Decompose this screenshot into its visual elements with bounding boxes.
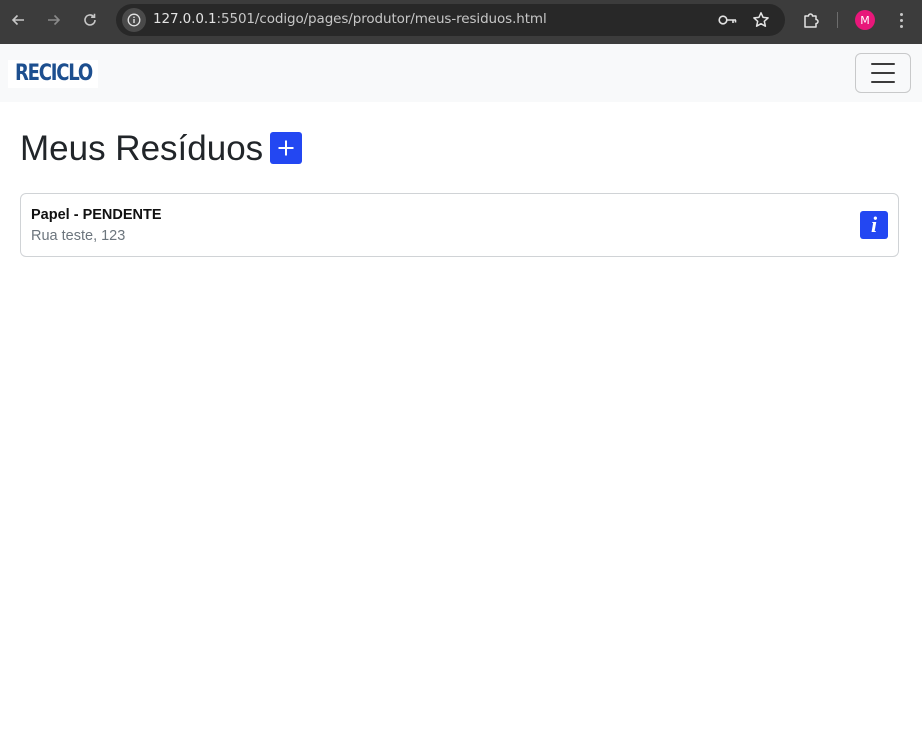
- residuo-card: Papel - PENDENTE Rua teste, 123 i: [20, 193, 899, 257]
- plus-icon: [278, 140, 294, 156]
- key-icon: [718, 15, 737, 25]
- page-header: Meus Resíduos: [20, 126, 303, 170]
- residuo-info-button[interactable]: i: [860, 211, 888, 239]
- url-host: 127.0.0.1: [153, 11, 217, 27]
- page-title: Meus Resíduos: [20, 128, 264, 168]
- extensions-button[interactable]: [801, 10, 821, 30]
- site-navbar: RECICLO: [0, 44, 922, 102]
- star-icon: [753, 12, 769, 27]
- more-vertical-icon[interactable]: [891, 10, 911, 30]
- browser-toolbar: 127.0.0.1:5501/codigo/pages/produtor/meu…: [0, 0, 922, 44]
- arrow-left-icon: [11, 14, 24, 26]
- toolbar-divider: [837, 12, 838, 28]
- reload-icon: [84, 13, 96, 26]
- logo-text: RECICLO: [15, 61, 93, 86]
- info-icon: [127, 13, 141, 27]
- logo[interactable]: RECICLO: [8, 60, 98, 88]
- url-text[interactable]: 127.0.0.1:5501/codigo/pages/produtor/meu…: [153, 11, 547, 27]
- reload-button[interactable]: [80, 8, 100, 32]
- address-bar[interactable]: 127.0.0.1:5501/codigo/pages/produtor/meu…: [116, 4, 785, 36]
- add-residuo-button[interactable]: [270, 132, 303, 164]
- residuo-title: Papel - PENDENTE: [31, 207, 162, 223]
- puzzle-icon: [804, 13, 819, 28]
- back-button[interactable]: [8, 8, 28, 32]
- profile-avatar[interactable]: M: [855, 10, 875, 30]
- arrow-right-icon: [48, 14, 61, 26]
- site-info-button[interactable]: [122, 8, 146, 32]
- bookmark-button[interactable]: [751, 10, 771, 30]
- navbar-toggle-button[interactable]: [855, 53, 911, 93]
- url-path: :5501/codigo/pages/produtor/meus-residuo…: [216, 11, 547, 27]
- residuo-address: Rua teste, 123: [31, 228, 126, 244]
- password-manager-button[interactable]: [718, 10, 738, 30]
- hamburger-icon: [871, 63, 895, 65]
- forward-button[interactable]: [44, 8, 64, 32]
